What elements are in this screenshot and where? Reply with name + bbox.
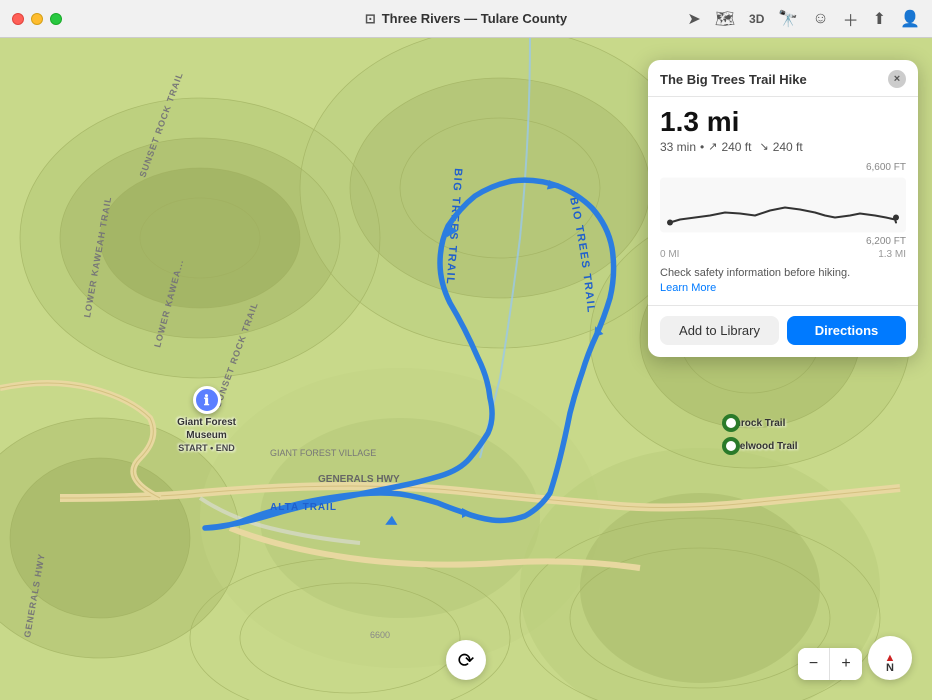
elevation-down: 240 ft bbox=[773, 140, 803, 154]
panel-buttons: Add to Library Directions bbox=[648, 305, 918, 357]
chart-start-label: 0 MI bbox=[660, 249, 679, 260]
close-button[interactable]: × bbox=[888, 70, 906, 88]
map-icon[interactable]: 🗺 bbox=[715, 9, 735, 29]
toolbar-icons: ➤ 🗺 3D 🔭 ☺ ＋ ⬆ 👤 bbox=[687, 7, 920, 31]
svg-text:GENERALS HWY: GENERALS HWY bbox=[318, 474, 400, 485]
share-icon[interactable]: ⬆ bbox=[873, 9, 886, 29]
title-bar: ⊡ Three Rivers — Tulare County ➤ 🗺 3D 🔭 … bbox=[0, 0, 932, 38]
chart-end-label: 1.3 MI bbox=[878, 249, 906, 260]
add-to-library-button[interactable]: Add to Library bbox=[660, 316, 779, 345]
window-title: Three Rivers — Tulare County bbox=[382, 11, 567, 26]
account-icon[interactable]: 👤 bbox=[900, 9, 920, 29]
zoom-out-button[interactable]: − bbox=[798, 648, 830, 680]
zoom-controls: − + bbox=[798, 648, 862, 680]
elevation-high-label: 6,600 FT bbox=[866, 162, 906, 173]
elevation-chart-svg bbox=[660, 175, 906, 235]
trail-marker-dot bbox=[722, 414, 740, 432]
svg-text:ALTA TRAIL: ALTA TRAIL bbox=[270, 502, 337, 513]
tracking-button[interactable]: ⟳ bbox=[446, 640, 486, 680]
stats-row: 33 min • ↗ 240 ft ↘ 240 ft bbox=[660, 140, 906, 154]
elevation-up: 240 ft bbox=[721, 140, 751, 154]
binoculars-icon[interactable]: 🔭 bbox=[778, 9, 798, 29]
time-stat: 33 min bbox=[660, 140, 696, 154]
elevation-chart: 6,600 FT 6,200 FT 0 MI 1.3 M bbox=[660, 162, 906, 260]
tracking-icon: ⟳ bbox=[458, 648, 475, 673]
panel-body: 1.3 mi 33 min • ↗ 240 ft ↘ 240 ft 6,600 … bbox=[648, 97, 918, 297]
location-name: Giant ForestMuseum START • END bbox=[177, 416, 236, 455]
traffic-lights bbox=[12, 13, 62, 25]
maximize-button[interactable] bbox=[50, 13, 62, 25]
window-title-area: ⊡ Three Rivers — Tulare County bbox=[365, 11, 567, 27]
panel-header: The Big Trees Trail Hike × bbox=[648, 60, 918, 97]
up-arrow-icon: ↗ bbox=[708, 140, 717, 153]
compass[interactable]: ▲ N bbox=[868, 636, 912, 680]
compass-n-label: N bbox=[886, 662, 894, 674]
elevation-low-label: 6,200 FT bbox=[866, 236, 906, 247]
svg-text:GIANT FOREST VILLAGE: GIANT FOREST VILLAGE bbox=[270, 448, 376, 458]
down-arrow-icon: ↘ bbox=[759, 140, 768, 153]
navigation-icon[interactable]: ➤ bbox=[687, 9, 700, 29]
directions-button[interactable]: Directions bbox=[787, 316, 906, 345]
3d-icon[interactable]: 3D bbox=[749, 12, 764, 26]
trail-marker-dot-2 bbox=[722, 437, 740, 455]
location-marker: ℹ Giant ForestMuseum START • END bbox=[177, 386, 236, 455]
plus-icon[interactable]: ＋ bbox=[843, 7, 859, 31]
chart-labels: 0 MI 1.3 MI bbox=[660, 249, 906, 260]
minimize-button[interactable] bbox=[31, 13, 43, 25]
distance-display: 1.3 mi bbox=[660, 107, 906, 138]
zoom-in-button[interactable]: + bbox=[830, 648, 862, 680]
marker-icon: ℹ bbox=[193, 386, 221, 414]
map-container[interactable]: BIO TREES TRAIL BIG TREES TRAIL SUNSET R… bbox=[0, 38, 932, 700]
learn-more-link[interactable]: Learn More bbox=[660, 282, 716, 294]
panel-title: The Big Trees Trail Hike bbox=[660, 72, 807, 87]
svg-text:6600: 6600 bbox=[370, 630, 390, 640]
close-button[interactable] bbox=[12, 13, 24, 25]
info-panel: The Big Trees Trail Hike × 1.3 mi 33 min… bbox=[648, 60, 918, 357]
safety-text: Check safety information before hiking. … bbox=[660, 266, 906, 297]
face-icon[interactable]: ☺ bbox=[812, 10, 828, 28]
